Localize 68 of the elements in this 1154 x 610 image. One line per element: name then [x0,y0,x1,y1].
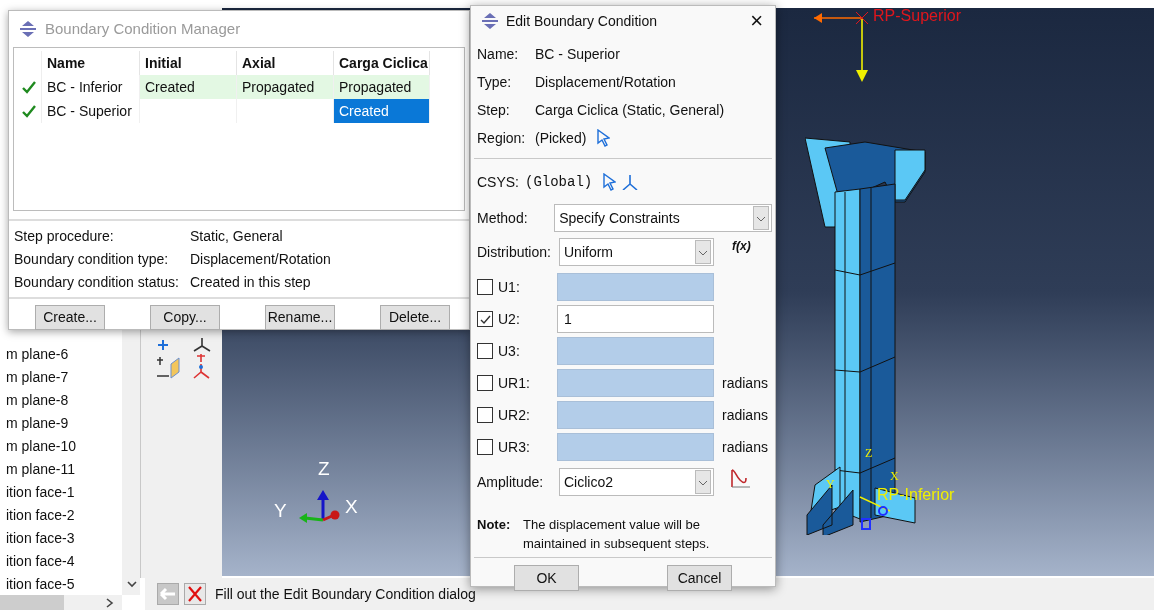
dialog-button[interactable]: Cancel [667,565,732,591]
axis-label: X [345,496,358,518]
axis-label: Y [826,477,835,491]
field-label: Distribution: [477,242,552,262]
reference-point-label: RP-Superior [873,6,962,26]
dialog-button[interactable]: Create... [35,305,105,330]
table-cell[interactable]: Created [140,75,237,99]
axis-label: Z [318,458,330,480]
tree-item[interactable]: ition face-1 [0,481,120,504]
note-label: Note: [477,516,512,534]
tree-item[interactable]: m plane-10 [0,435,120,458]
input-field[interactable]: 1 [557,305,714,333]
dialog-button[interactable]: Delete... [380,305,450,330]
detail-label: Boundary condition type: [14,250,170,269]
field-label: Method: [477,208,529,228]
distribution-dropdown[interactable]: Uniform [559,238,714,266]
tree-item[interactable]: m plane-8 [0,389,120,412]
window-title: Boundary Condition Manager [45,18,241,39]
field-label: UR1: [497,373,531,393]
axis-label: X [890,469,899,483]
tree-item[interactable]: ition face-3 [0,527,120,550]
field-label: UR3: [497,437,531,457]
detail-label: Boundary condition status: [14,273,180,292]
field-label: Region: [477,128,527,148]
dialog-button[interactable]: Copy... [150,305,220,330]
close-button[interactable]: × [748,10,765,32]
detail-value: Displacement/Rotation [190,250,331,269]
detail-value: Static, General [190,227,283,246]
field-value: Carga Ciclica (Static, General) [535,100,725,120]
unit-label: radians [722,405,768,425]
detail-label: Step procedure: [14,227,115,246]
note-text: The displacement value will be maintained in subsequent steps. [523,516,711,553]
dialog-button[interactable]: Rename... [265,305,335,330]
function-button[interactable]: f(x) [732,237,751,255]
field-label: CSYS: [477,172,519,192]
tree-item[interactable]: ition face-4 [0,550,120,573]
field-value: Displacement/Rotation [535,72,676,92]
field-value: (Picked) [535,128,587,148]
field-label: U2: [497,309,521,329]
field-label: U3: [497,341,521,361]
field-label: Type: [477,72,513,92]
unit-label: radians [722,437,768,457]
amplitude-dropdown[interactable]: Ciclico2 [559,468,714,496]
tree-item[interactable]: m plane-9 [0,412,120,435]
tree-item[interactable]: ition face-5 [0,573,120,596]
field-label: U1: [497,277,521,297]
tree-item[interactable]: m plane-6 [0,343,120,366]
table-cell[interactable]: Propagated [237,75,334,99]
window-title: Edit Boundary Condition [506,11,658,31]
field-label: UR2: [497,405,531,425]
table-cell[interactable]: Propagated [334,75,430,99]
table-cell[interactable]: Created [334,99,430,123]
reference-point-label: RP-Inferior [877,485,955,505]
field-label: Step: [477,100,511,120]
detail-value: Created in this step [190,273,311,292]
axis-label: Y [274,500,287,522]
tree-item[interactable]: m plane-11 [0,458,120,481]
tree-item[interactable]: ition face-2 [0,504,120,527]
axis-label: Z [865,446,873,460]
prompt-text: Fill out the Edit Boundary Condition dialog [215,584,476,604]
field-label: Name: [477,44,520,64]
dialog-button[interactable]: OK [514,565,579,591]
method-dropdown[interactable]: Specify Constraints [554,204,772,232]
field-value: (Global) [525,172,593,192]
field-value: BC - Superior [535,44,620,64]
tree-item[interactable]: m plane-7 [0,366,120,389]
field-label: Amplitude: [477,472,545,492]
unit-label: radians [722,373,768,393]
